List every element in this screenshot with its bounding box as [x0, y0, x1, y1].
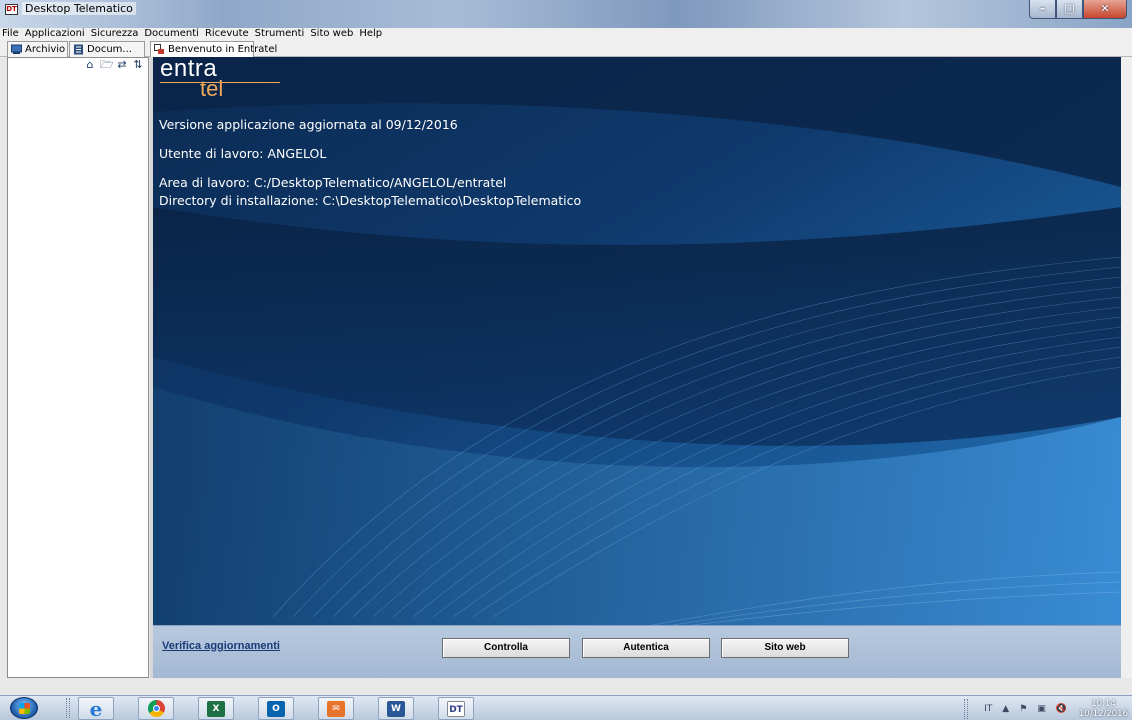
taskbar-chrome[interactable] [138, 697, 174, 720]
menu-strumenti[interactable]: Strumenti [255, 28, 305, 40]
verifica-aggiornamenti-link[interactable]: Verifica aggiornamenti [162, 640, 280, 652]
maximize-button[interactable]: □ [1056, 0, 1083, 19]
windows-logo-icon [19, 703, 30, 714]
installdir-text: Directory di installazione: C:\DesktopTe… [159, 193, 582, 208]
excel-icon: X [207, 700, 225, 717]
chrome-icon [147, 700, 165, 717]
menu-ricevute[interactable]: Ricevute [205, 28, 249, 40]
tab-archivio-label: Archivio [25, 44, 66, 55]
desktop-telematico-icon: DT [447, 700, 465, 717]
taskbar-excel[interactable]: X [198, 697, 234, 720]
archive-icon [11, 44, 22, 55]
sito-web-button[interactable]: Sito web [721, 638, 849, 658]
taskbar-outlook[interactable]: O [258, 697, 294, 720]
background-graphic [153, 57, 1121, 625]
word-icon: W [387, 700, 405, 717]
clock-time: 10:14 [1091, 698, 1116, 709]
start-button[interactable] [10, 697, 38, 719]
welcome-panel: entra tel Versione applicazione aggiorna… [153, 57, 1121, 625]
update-bar: Verifica aggiornamenti Controlla Autenti… [153, 625, 1121, 678]
logo-bar [160, 82, 280, 83]
menu-file[interactable]: File [2, 28, 19, 40]
taskbar-word[interactable]: W [378, 697, 414, 720]
show-hidden-icons[interactable]: ▲ [1002, 704, 1009, 714]
tab-benvenuto-label: Benvenuto in Entratel [168, 44, 278, 55]
taskbar-internet-explorer[interactable]: e [78, 697, 114, 720]
window-title: Desktop Telematico [22, 2, 136, 15]
minimize-button[interactable]: – [1029, 0, 1056, 19]
clock-date: 10/12/2016 [1079, 708, 1128, 719]
taskbar-grip [66, 698, 70, 718]
tab-row: Archivio Docum... Benvenuto in Entratel [0, 40, 1132, 57]
mail-icon: ✉ [327, 700, 345, 717]
tab-archivio[interactable]: Archivio [7, 41, 68, 57]
home-icon[interactable]: ⌂ [84, 59, 96, 71]
menu-sito-web[interactable]: Sito web [310, 28, 353, 40]
menu-bar: File Applicazioni Sicurezza Documenti Ri… [0, 28, 1132, 40]
refresh-icon[interactable]: ⇄ [116, 59, 128, 71]
workarea-text: Area di lavoro: C:/DesktopTelematico/ANG… [159, 175, 507, 190]
window-controls: – □ ✕ [1029, 0, 1127, 20]
user-text: Utente di lavoro: ANGELOL [159, 146, 327, 161]
tab-benvenuto[interactable]: Benvenuto in Entratel [150, 41, 277, 57]
system-tray: IT ▲ ⚑ ▣ 🔇 10:14 10/12/2016 [964, 696, 1128, 720]
tray-grip [964, 698, 969, 719]
volume-icon[interactable]: 🔇 [1056, 704, 1067, 714]
taskbar-desktop-telematico[interactable]: DT [438, 697, 474, 720]
controlla-button[interactable]: Controlla [442, 638, 570, 658]
document-icon [73, 44, 84, 55]
right-edge [1121, 57, 1132, 678]
sort-icon[interactable]: ⇅ [132, 59, 144, 71]
menu-sicurezza[interactable]: Sicurezza [91, 28, 139, 40]
entratel-logo: entra tel [160, 57, 280, 100]
entratel-icon [154, 44, 165, 55]
version-text: Versione applicazione aggiornata al 09/1… [159, 117, 458, 132]
app-icon: DT [5, 4, 18, 15]
taskbar-mail[interactable]: ✉ [318, 697, 354, 720]
left-panel: ⌂ 🗁 ⇄ ⇅ [7, 57, 149, 678]
network-icon[interactable]: ▣ [1037, 704, 1046, 714]
menu-help[interactable]: Help [359, 28, 382, 40]
tab-documenti-label: Docum... [87, 44, 132, 55]
menu-documenti[interactable]: Documenti [144, 28, 199, 40]
title-bar: DT Desktop Telematico – □ ✕ [0, 0, 1132, 28]
menu-applicazioni[interactable]: Applicazioni [25, 28, 85, 40]
taskbar: e X O ✉ W DT IT ▲ ⚑ ▣ 🔇 10:14 10/12/2016 [0, 695, 1132, 720]
flag-icon[interactable]: ⚑ [1019, 704, 1027, 714]
close-button[interactable]: ✕ [1083, 0, 1127, 19]
language-indicator[interactable]: IT [984, 704, 992, 714]
folder-icon[interactable]: 🗁 [100, 59, 114, 71]
outlook-icon: O [267, 700, 285, 717]
left-panel-toolbar: ⌂ 🗁 ⇄ ⇅ [84, 59, 144, 71]
internet-explorer-icon: e [89, 696, 103, 720]
clock[interactable]: 10:14 10/12/2016 [1079, 699, 1128, 719]
autentica-button[interactable]: Autentica [582, 638, 710, 658]
tab-documenti[interactable]: Docum... [69, 41, 145, 57]
